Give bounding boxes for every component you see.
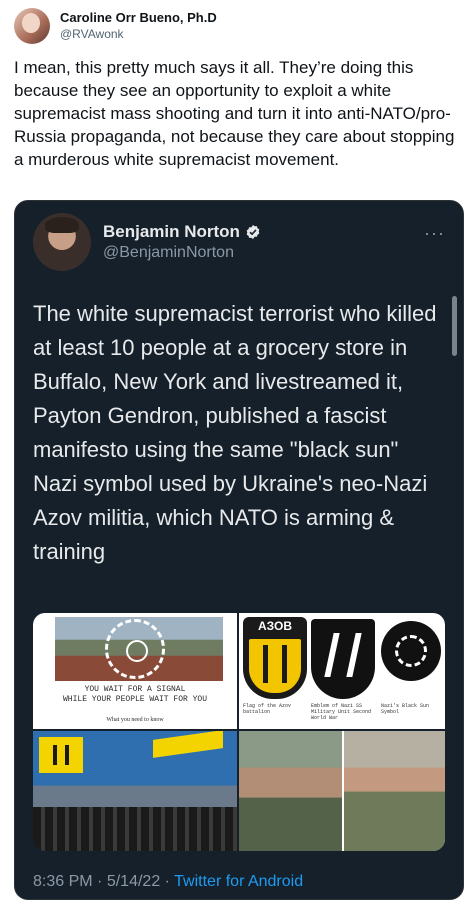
- quoted-avatar[interactable]: [33, 213, 91, 271]
- crowd-photo: [33, 807, 237, 851]
- tweet-timestamp: 8:36 PM · 5/14/22 · Twitter for Android: [33, 873, 303, 891]
- quoted-tweet-header: Benjamin Norton @BenjaminNorton: [33, 213, 261, 271]
- quoted-name-row: Benjamin Norton: [103, 223, 261, 240]
- quoted-author-name[interactable]: Benjamin Norton: [103, 223, 240, 240]
- flag-icon: [153, 731, 223, 758]
- tweet-source-link[interactable]: Twitter for Android: [174, 873, 303, 890]
- scrollbar-thumb[interactable]: [452, 296, 457, 356]
- quoted-tweet-card[interactable]: Benjamin Norton @BenjaminNorton ··· The …: [14, 200, 464, 900]
- separator: ·: [97, 873, 103, 890]
- outer-tweet-header: Caroline Orr Bueno, Ph.D @RVAwonk: [14, 8, 217, 44]
- media-image-march[interactable]: [33, 731, 237, 851]
- tweet-time[interactable]: 8:36 PM: [33, 873, 93, 890]
- image-caption: What you need to know: [106, 717, 164, 723]
- author-block: Caroline Orr Bueno, Ph.D @RVAwonk: [60, 9, 217, 43]
- wolfsangel-icon: [263, 645, 287, 683]
- emblem-caption: Nazi's Black Sun Symbol: [381, 703, 430, 715]
- quoted-tweet-text: The white supremacist terrorist who kill…: [33, 301, 437, 564]
- separator: ·: [164, 873, 170, 890]
- emblem-caption: Emblem of Nazi SS Military Unit Second W…: [311, 703, 372, 721]
- media-image-soldiers[interactable]: [239, 731, 445, 851]
- flag-icon: [39, 737, 83, 773]
- wolfsangel-icon: [324, 633, 362, 677]
- media-grid: YOU WAIT FOR A SIGNAL WHILE YOUR PEOPLE …: [33, 613, 445, 851]
- black-sun-symbol-icon: [381, 621, 441, 681]
- more-horizontal-icon[interactable]: ···: [424, 223, 445, 244]
- azov-badge-text: АЗОВ: [257, 619, 293, 633]
- black-sun-symbol-icon: [105, 619, 165, 679]
- soldiers-photo: [239, 731, 342, 851]
- author-name[interactable]: Caroline Orr Bueno, Ph.D: [60, 9, 217, 26]
- verified-badge-icon: [246, 224, 260, 239]
- quoted-author-handle[interactable]: @BenjaminNorton: [103, 244, 261, 261]
- emblem-caption: Flag of the Azov battalion: [243, 703, 292, 715]
- azov-shield-icon: АЗОВ: [243, 617, 307, 699]
- media-image-emblems[interactable]: АЗОВ Flag of the Azov battalion Emblem o…: [239, 613, 445, 729]
- tweet-date[interactable]: 5/14/22: [107, 873, 160, 890]
- author-handle[interactable]: @RVAwonk: [60, 26, 217, 43]
- quoted-author-block: Benjamin Norton @BenjaminNorton: [103, 223, 261, 261]
- ss-emblem-icon: [311, 619, 375, 699]
- avatar[interactable]: [14, 8, 50, 44]
- tweet-text: I mean, this pretty much says it all. Th…: [14, 58, 455, 169]
- image-caption: YOU WAIT FOR A SIGNAL: [84, 685, 186, 694]
- image-caption: WHILE YOUR PEOPLE WAIT FOR YOU: [62, 695, 208, 704]
- media-image-manifesto[interactable]: YOU WAIT FOR A SIGNAL WHILE YOUR PEOPLE …: [33, 613, 237, 729]
- soldiers-photo: [344, 731, 445, 851]
